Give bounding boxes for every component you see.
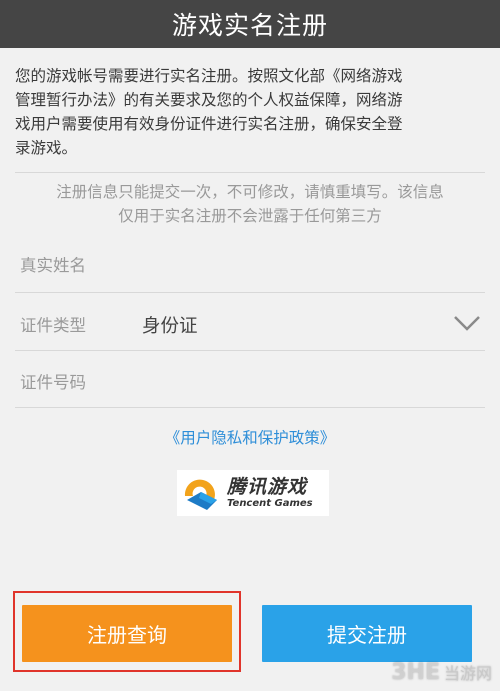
watermark-brand: 3HE bbox=[391, 660, 440, 685]
divider bbox=[15, 292, 485, 293]
intro-line: 录游戏。 bbox=[15, 139, 78, 157]
id-number-field[interactable]: 证件号码 bbox=[20, 369, 86, 393]
divider bbox=[15, 350, 485, 351]
id-type-label: 证件类型 bbox=[20, 316, 86, 335]
logo-text-cn: 腾讯游戏 bbox=[227, 476, 308, 498]
highlight-box bbox=[13, 591, 241, 672]
page-title: 游戏实名注册 bbox=[171, 11, 328, 40]
id-type-select[interactable]: 身份证 bbox=[142, 312, 198, 338]
page-header: 游戏实名注册 bbox=[0, 0, 500, 48]
submit-registration-button[interactable]: 提交注册 bbox=[262, 605, 472, 662]
real-name-field[interactable]: 真实姓名 bbox=[20, 252, 86, 276]
tencent-games-logo-icon bbox=[184, 479, 217, 510]
tencent-games-logo: 腾讯游戏 Tencent Games bbox=[177, 470, 329, 516]
id-number-label: 证件号码 bbox=[20, 373, 86, 392]
intro-text: 您的游戏帐号需要进行实名注册。按照文化部《网络游戏 管理暂行办法》的有关要求及您… bbox=[15, 64, 487, 160]
chevron-down-icon[interactable] bbox=[452, 312, 482, 334]
notice-text: 注册信息只能提交一次，不可修改，请慎重填写。该信息 仅用于实名注册不会泄露于任何… bbox=[15, 180, 485, 228]
watermark: 3HE 当游网 bbox=[391, 660, 492, 685]
divider bbox=[15, 407, 485, 408]
submit-registration-label: 提交注册 bbox=[327, 623, 407, 647]
logo-text-en: Tencent Games bbox=[227, 498, 313, 509]
intro-line: 您的游戏帐号需要进行实名注册。按照文化部《网络游戏 bbox=[15, 67, 403, 85]
real-name-label: 真实姓名 bbox=[20, 256, 86, 275]
privacy-policy-link[interactable]: 《用户隐私和保护政策》 bbox=[0, 426, 500, 448]
divider bbox=[15, 172, 485, 173]
watermark-site: 当游网 bbox=[443, 664, 492, 683]
notice-line: 注册信息只能提交一次，不可修改，请慎重填写。该信息 bbox=[56, 183, 444, 201]
notice-line: 仅用于实名注册不会泄露于任何第三方 bbox=[118, 207, 382, 225]
intro-line: 戏用户需要使用有效身份证件进行实名注册，确保安全登 bbox=[15, 115, 403, 133]
intro-line: 管理暂行办法》的有关要求及您的个人权益保障，网络游 bbox=[15, 91, 403, 109]
